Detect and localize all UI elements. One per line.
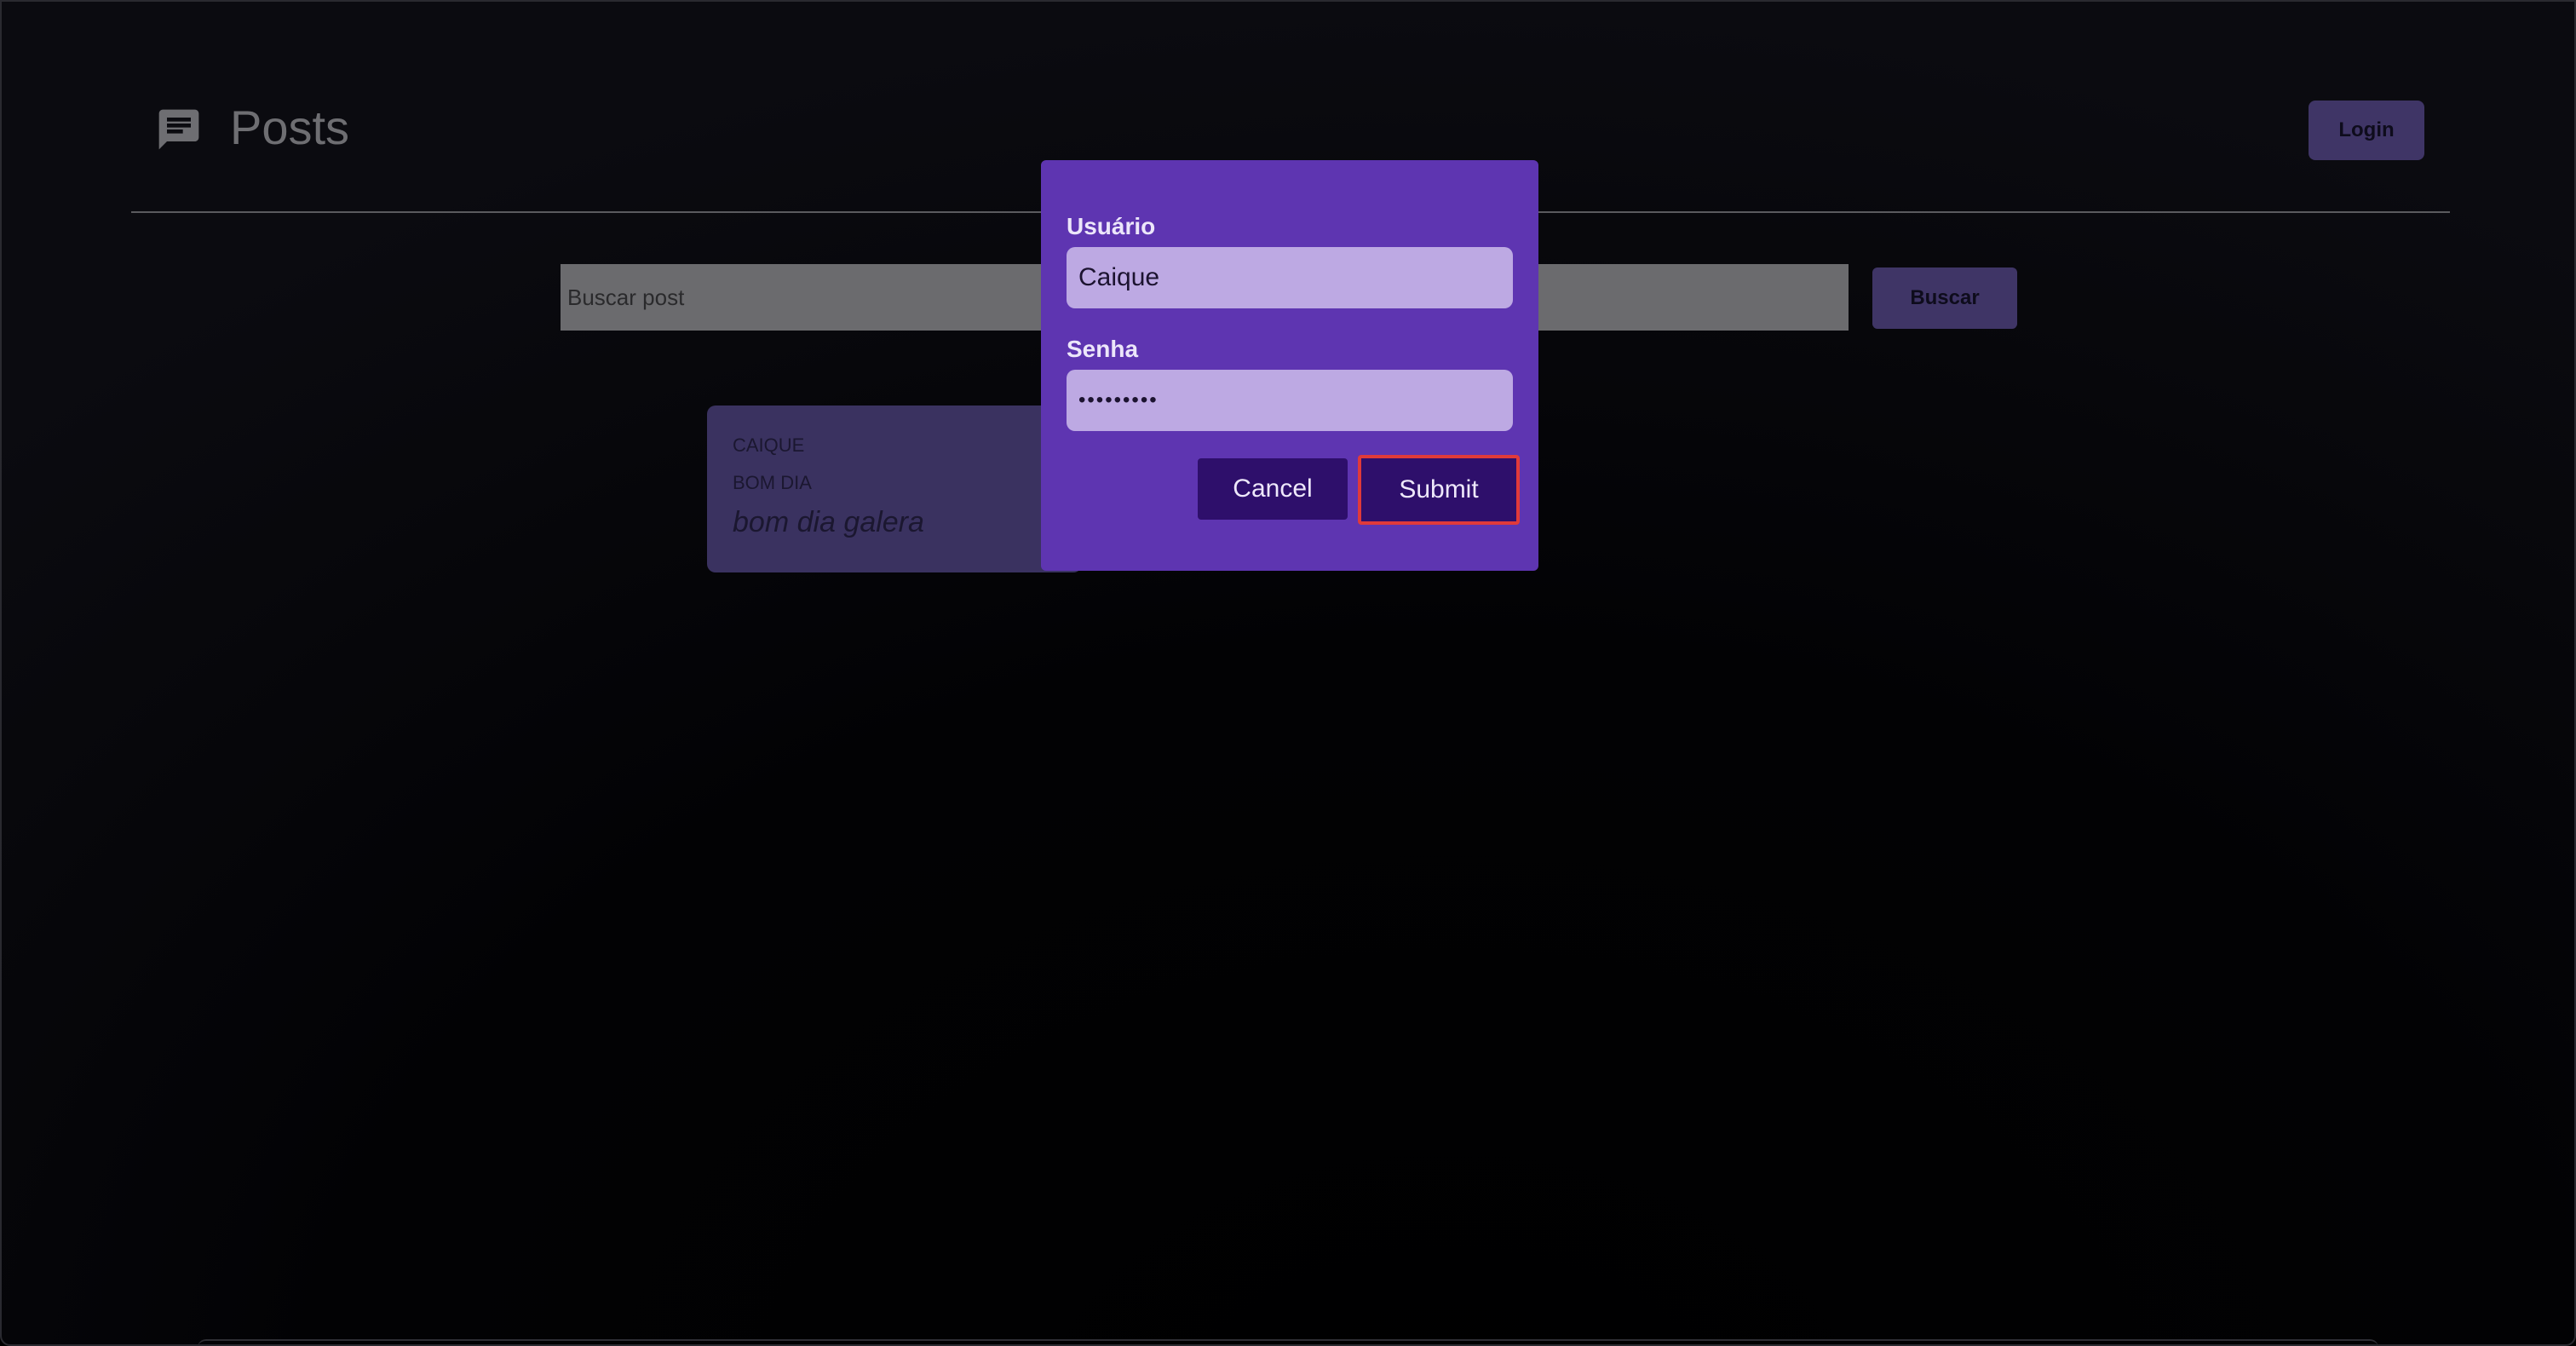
post-author: CAIQUE: [733, 434, 805, 456]
page-title: Posts: [230, 101, 350, 154]
app-window: Posts Login Buscar post Buscar CAIQUE BO…: [0, 0, 2576, 1346]
password-value: •••••••••: [1078, 388, 1159, 411]
post-card[interactable]: CAIQUE BOM DIA bom dia galera: [707, 406, 1082, 572]
submit-button[interactable]: Submit: [1358, 455, 1520, 525]
username-label: Usuário: [1067, 213, 1156, 239]
window-bottom-edge: [198, 1339, 2378, 1344]
login-modal: Usuário Caique Senha ••••••••• Cancel Su…: [1041, 160, 1538, 571]
password-label: Senha: [1067, 336, 1139, 362]
login-button[interactable]: Login: [2309, 101, 2424, 160]
cancel-button[interactable]: Cancel: [1198, 458, 1348, 520]
password-field[interactable]: •••••••••: [1067, 370, 1513, 431]
search-button[interactable]: Buscar: [1872, 267, 2017, 329]
username-field[interactable]: Caique: [1067, 247, 1513, 308]
chat-bubble-icon: [155, 106, 203, 153]
post-title: BOM DIA: [733, 472, 812, 493]
post-body: bom dia galera: [733, 506, 924, 538]
